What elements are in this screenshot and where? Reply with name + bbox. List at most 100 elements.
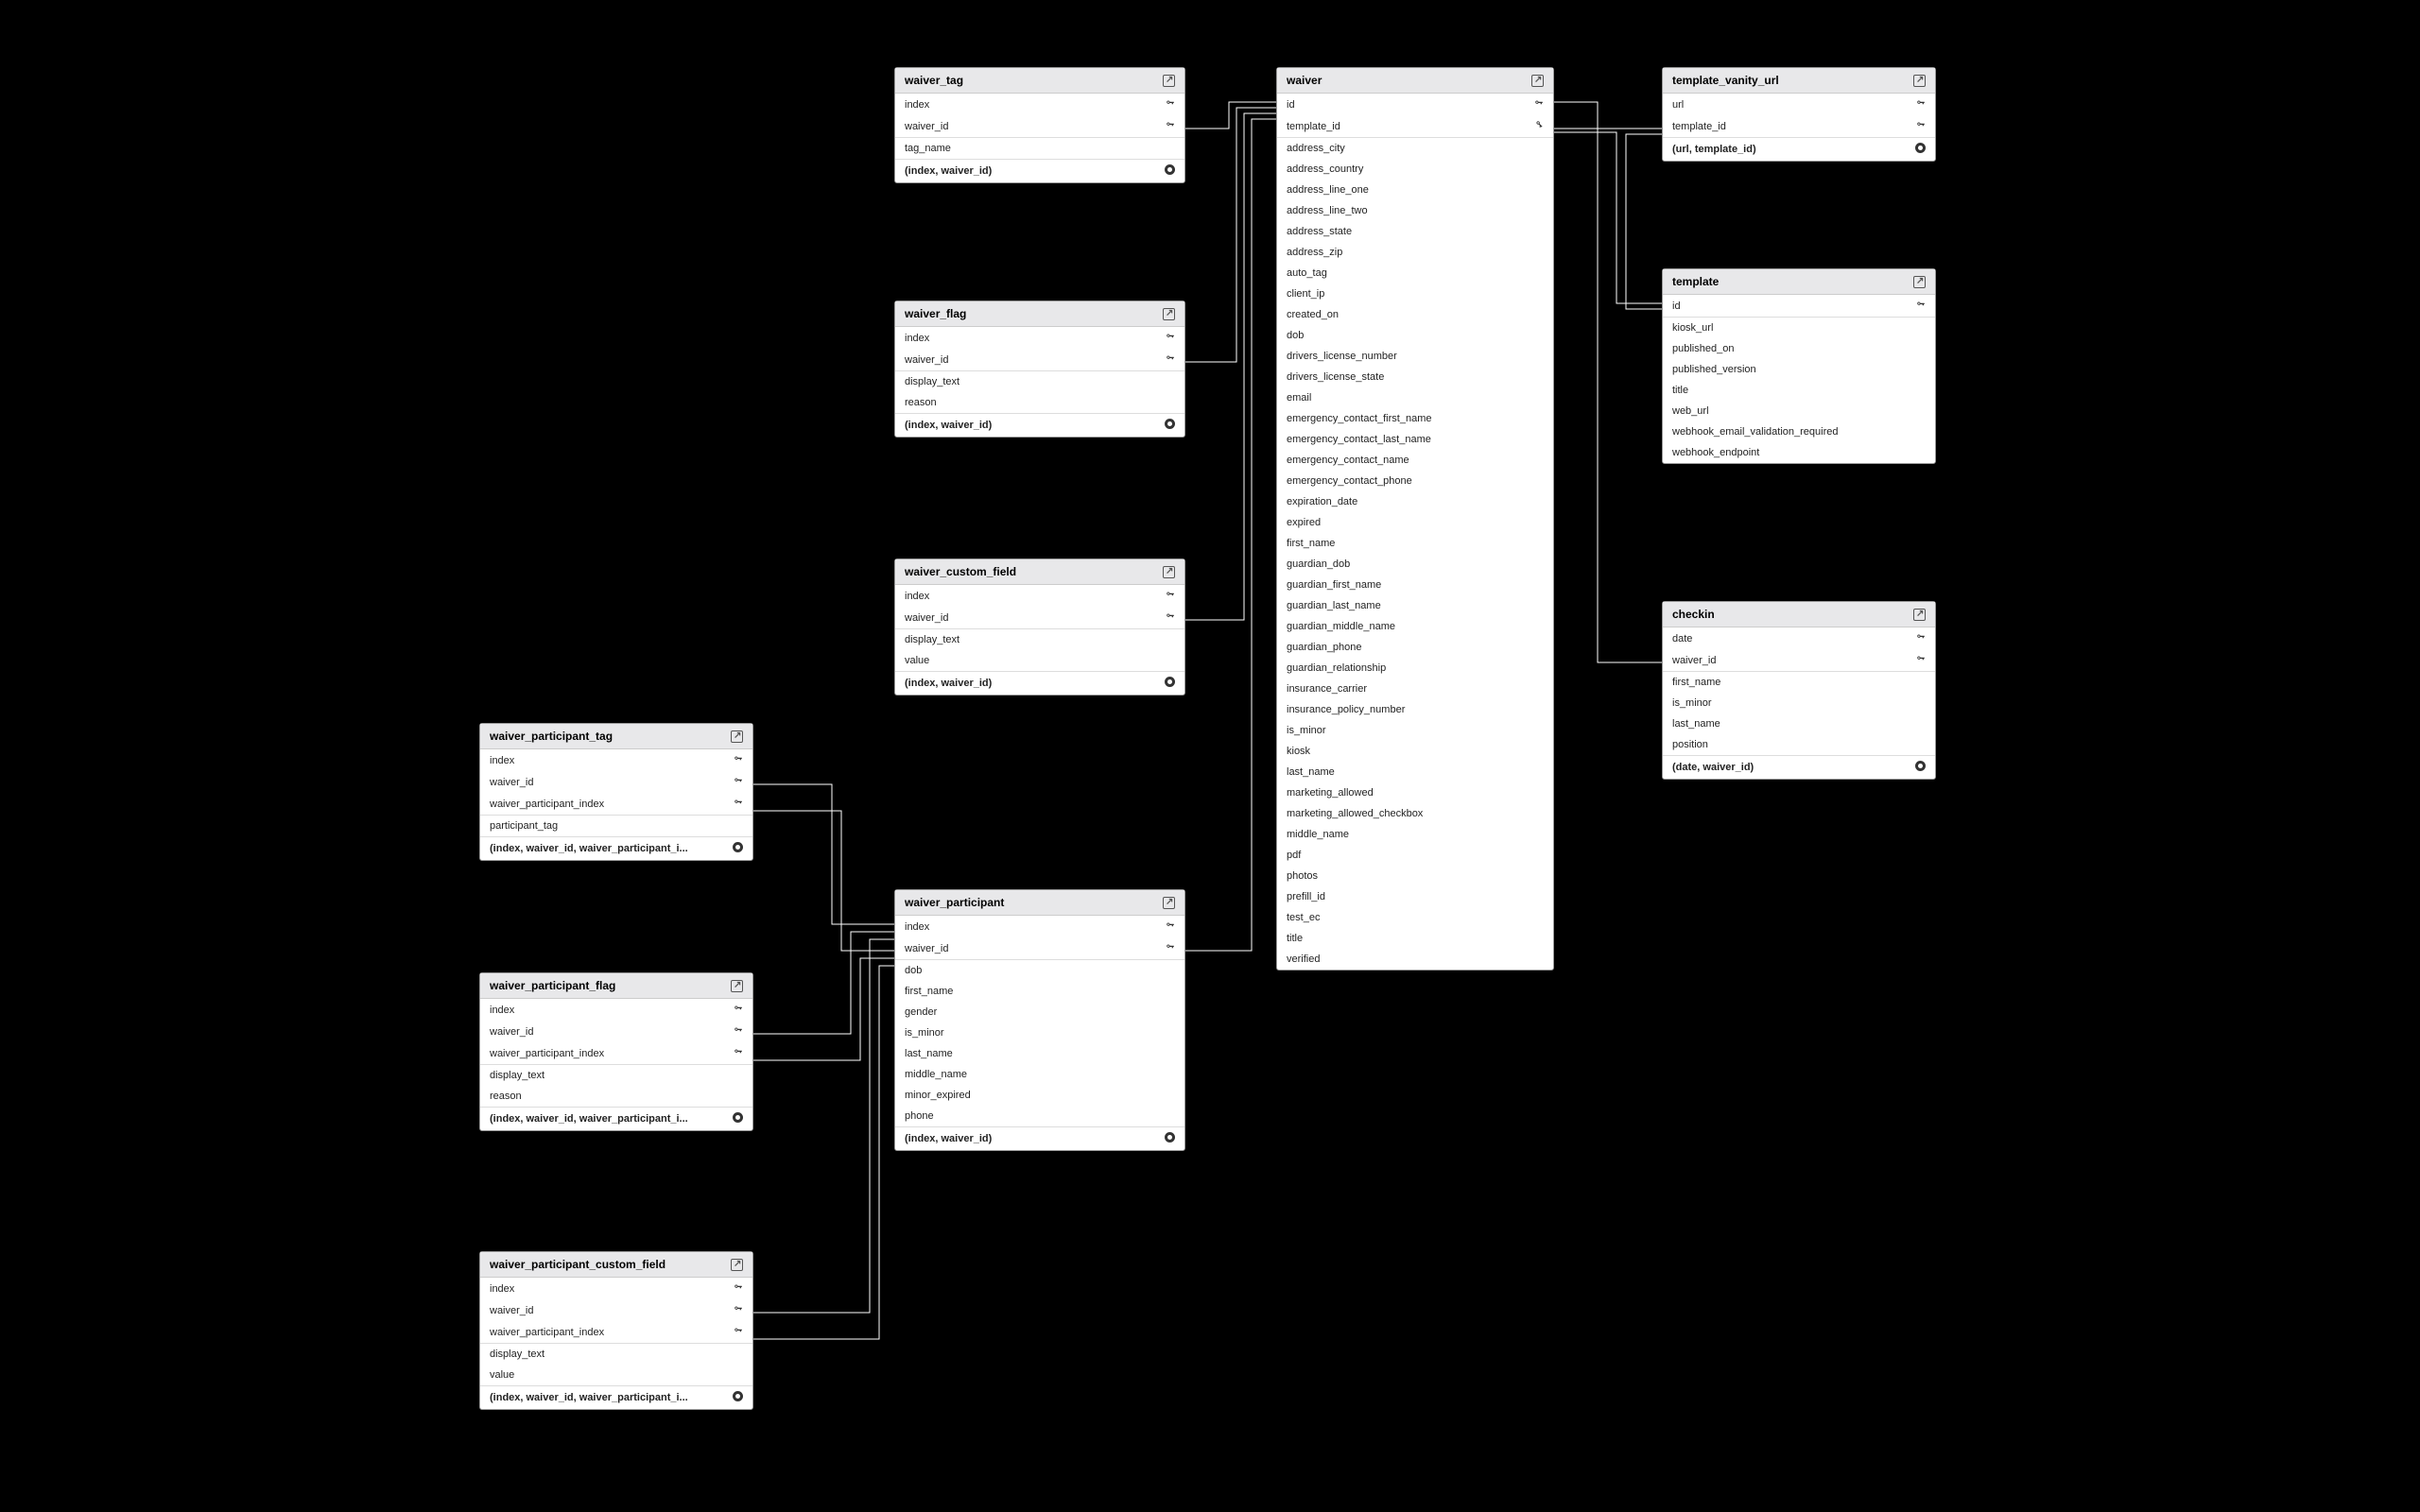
column-reason[interactable]: reason <box>895 392 1184 413</box>
column-index[interactable]: index <box>895 916 1184 937</box>
expand-icon[interactable] <box>1163 308 1175 320</box>
column-display_text[interactable]: display_text <box>895 370 1184 392</box>
column-id[interactable]: id <box>1277 94 1553 115</box>
column-minor_expired[interactable]: minor_expired <box>895 1085 1184 1106</box>
column-dob[interactable]: dob <box>1277 325 1553 346</box>
column-tag_name[interactable]: tag_name <box>895 137 1184 159</box>
expand-icon[interactable] <box>1913 276 1926 288</box>
expand-icon[interactable] <box>731 980 743 992</box>
column-webhook_endpoint[interactable]: webhook_endpoint <box>1663 442 1935 463</box>
column-pdf[interactable]: pdf <box>1277 845 1553 866</box>
table-header[interactable]: waiver_participant_custom_field <box>480 1252 752 1278</box>
column-last_name[interactable]: last_name <box>1663 713 1935 734</box>
column-index[interactable]: index <box>895 327 1184 349</box>
table-waiver_custom_field[interactable]: waiver_custom_field index waiver_id disp… <box>894 558 1185 696</box>
table-header[interactable]: template <box>1663 269 1935 295</box>
column-waiver_participant_index[interactable]: waiver_participant_index <box>480 1321 752 1343</box>
table-template[interactable]: template id kiosk_url published_on publi… <box>1662 268 1936 464</box>
expand-icon[interactable] <box>731 1259 743 1271</box>
expand-icon[interactable] <box>1163 566 1175 578</box>
column-middle_name[interactable]: middle_name <box>1277 824 1553 845</box>
column-title[interactable]: title <box>1663 380 1935 401</box>
table-header[interactable]: checkin <box>1663 602 1935 627</box>
column-drivers_license_state[interactable]: drivers_license_state <box>1277 367 1553 387</box>
index-row[interactable]: (index, waiver_id, waiver_participant_i.… <box>480 836 752 860</box>
column-guardian_dob[interactable]: guardian_dob <box>1277 554 1553 575</box>
column-index[interactable]: index <box>895 94 1184 115</box>
column-address_line_one[interactable]: address_line_one <box>1277 180 1553 200</box>
column-kiosk[interactable]: kiosk <box>1277 741 1553 762</box>
column-emergency_contact_name[interactable]: emergency_contact_name <box>1277 450 1553 471</box>
column-marketing_allowed[interactable]: marketing_allowed <box>1277 782 1553 803</box>
column-index[interactable]: index <box>480 749 752 771</box>
column-value[interactable]: value <box>895 650 1184 671</box>
index-row[interactable]: (index, waiver_id, waiver_participant_i.… <box>480 1385 752 1409</box>
expand-icon[interactable] <box>1913 75 1926 87</box>
column-address_state[interactable]: address_state <box>1277 221 1553 242</box>
column-created_on[interactable]: created_on <box>1277 304 1553 325</box>
column-waiver_id[interactable]: waiver_id <box>480 771 752 793</box>
column-address_city[interactable]: address_city <box>1277 137 1553 159</box>
column-email[interactable]: email <box>1277 387 1553 408</box>
column-waiver_id[interactable]: waiver_id <box>895 115 1184 137</box>
table-header[interactable]: waiver_participant <box>895 890 1184 916</box>
column-emergency_contact_first_name[interactable]: emergency_contact_first_name <box>1277 408 1553 429</box>
table-waiver[interactable]: waiver id template_id address_city addre… <box>1276 67 1554 971</box>
column-published_version[interactable]: published_version <box>1663 359 1935 380</box>
column-waiver_participant_index[interactable]: waiver_participant_index <box>480 1042 752 1064</box>
table-waiver_participant_flag[interactable]: waiver_participant_flag index waiver_id … <box>479 972 753 1131</box>
column-last_name[interactable]: last_name <box>1277 762 1553 782</box>
table-header[interactable]: waiver_custom_field <box>895 559 1184 585</box>
column-phone[interactable]: phone <box>895 1106 1184 1126</box>
column-first_name[interactable]: first_name <box>895 981 1184 1002</box>
column-emergency_contact_last_name[interactable]: emergency_contact_last_name <box>1277 429 1553 450</box>
table-waiver_participant[interactable]: waiver_participant index waiver_id dob f… <box>894 889 1185 1151</box>
column-published_on[interactable]: published_on <box>1663 338 1935 359</box>
index-row[interactable]: (url, template_id) <box>1663 137 1935 161</box>
table-header[interactable]: waiver_tag <box>895 68 1184 94</box>
column-prefill_id[interactable]: prefill_id <box>1277 886 1553 907</box>
column-waiver_id[interactable]: waiver_id <box>1663 649 1935 671</box>
table-header[interactable]: waiver_flag <box>895 301 1184 327</box>
column-guardian_phone[interactable]: guardian_phone <box>1277 637 1553 658</box>
column-is_minor[interactable]: is_minor <box>1663 693 1935 713</box>
column-waiver_id[interactable]: waiver_id <box>480 1299 752 1321</box>
index-row[interactable]: (index, waiver_id, waiver_participant_i.… <box>480 1107 752 1130</box>
column-emergency_contact_phone[interactable]: emergency_contact_phone <box>1277 471 1553 491</box>
column-waiver_id[interactable]: waiver_id <box>895 607 1184 628</box>
column-position[interactable]: position <box>1663 734 1935 755</box>
column-waiver_id[interactable]: waiver_id <box>895 937 1184 959</box>
column-first_name[interactable]: first_name <box>1663 671 1935 693</box>
column-reason[interactable]: reason <box>480 1086 752 1107</box>
table-waiver_flag[interactable]: waiver_flag index waiver_id display_text… <box>894 301 1185 438</box>
column-guardian_relationship[interactable]: guardian_relationship <box>1277 658 1553 679</box>
index-row[interactable]: (index, waiver_id) <box>895 159 1184 182</box>
column-first_name[interactable]: first_name <box>1277 533 1553 554</box>
table-header[interactable]: waiver_participant_tag <box>480 724 752 749</box>
expand-icon[interactable] <box>1531 75 1544 87</box>
expand-icon[interactable] <box>1163 75 1175 87</box>
expand-icon[interactable] <box>731 730 743 743</box>
column-display_text[interactable]: display_text <box>480 1343 752 1365</box>
column-dob[interactable]: dob <box>895 959 1184 981</box>
column-participant_tag[interactable]: participant_tag <box>480 815 752 836</box>
column-address_zip[interactable]: address_zip <box>1277 242 1553 263</box>
column-insurance_carrier[interactable]: insurance_carrier <box>1277 679 1553 699</box>
column-webhook_email_validation_required[interactable]: webhook_email_validation_required <box>1663 421 1935 442</box>
column-middle_name[interactable]: middle_name <box>895 1064 1184 1085</box>
column-test_ec[interactable]: test_ec <box>1277 907 1553 928</box>
expand-icon[interactable] <box>1913 609 1926 621</box>
column-template_id[interactable]: template_id <box>1663 115 1935 137</box>
column-expired[interactable]: expired <box>1277 512 1553 533</box>
column-title[interactable]: title <box>1277 928 1553 949</box>
column-index[interactable]: index <box>480 1278 752 1299</box>
column-waiver_participant_index[interactable]: waiver_participant_index <box>480 793 752 815</box>
column-address_country[interactable]: address_country <box>1277 159 1553 180</box>
column-display_text[interactable]: display_text <box>895 628 1184 650</box>
table-waiver_tag[interactable]: waiver_tag index waiver_id tag_name (ind… <box>894 67 1185 183</box>
column-address_line_two[interactable]: address_line_two <box>1277 200 1553 221</box>
column-is_minor[interactable]: is_minor <box>1277 720 1553 741</box>
column-guardian_last_name[interactable]: guardian_last_name <box>1277 595 1553 616</box>
column-value[interactable]: value <box>480 1365 752 1385</box>
column-guardian_first_name[interactable]: guardian_first_name <box>1277 575 1553 595</box>
